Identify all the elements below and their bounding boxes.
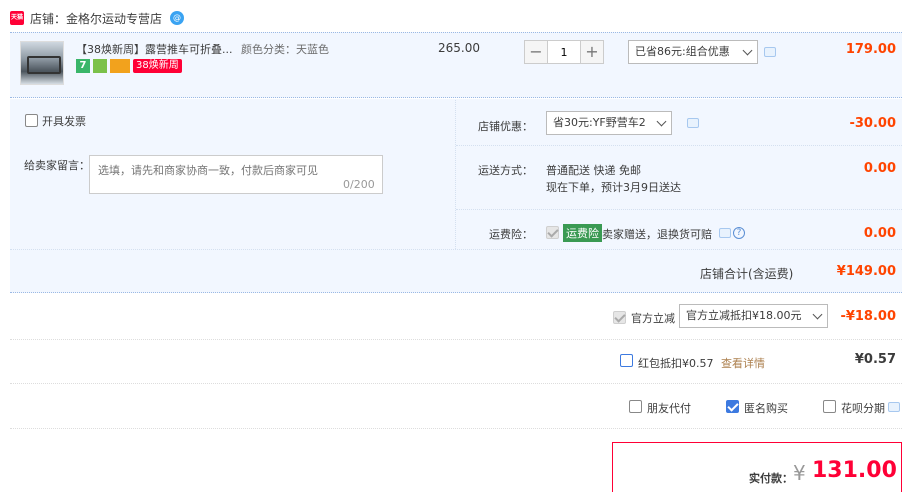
friend-pay-checkbox[interactable] bbox=[629, 400, 642, 413]
message-label: 给卖家留言： bbox=[24, 159, 90, 172]
product-title-link[interactable]: 【38焕新周】露营推车可折叠... bbox=[76, 41, 236, 57]
seven-day-return-icon: 7 bbox=[76, 59, 90, 73]
guarantee-icon bbox=[93, 59, 107, 73]
item-subtotal: 179.00 bbox=[845, 42, 896, 57]
quantity-minus-button[interactable]: − bbox=[524, 40, 548, 64]
help-icon[interactable]: ? bbox=[733, 227, 745, 239]
chevron-down-icon bbox=[742, 45, 753, 56]
shop-total-amount: ¥149.00 bbox=[836, 264, 896, 279]
insurance-desc: 卖家赠送，退换货可赔 bbox=[602, 228, 712, 241]
red-packet-details-link[interactable]: 查看详情 bbox=[721, 355, 765, 371]
divider bbox=[10, 428, 902, 429]
quantity-stepper: − + bbox=[524, 40, 604, 64]
pay-label: 实付款： bbox=[749, 472, 793, 485]
insurance-checkbox bbox=[546, 226, 559, 239]
shipping-eta: 现在下单，预计3月9日送达 bbox=[546, 181, 681, 194]
divider bbox=[456, 209, 902, 210]
invoice-checkbox[interactable] bbox=[25, 114, 38, 127]
message-icon[interactable] bbox=[719, 228, 731, 238]
chevron-down-icon bbox=[656, 116, 667, 127]
product-tags: 7 38焕新周 bbox=[76, 59, 182, 73]
tmall-icon: 天猫 bbox=[10, 11, 24, 25]
unit-price: 265.00 bbox=[438, 41, 480, 55]
message-icon[interactable] bbox=[764, 47, 776, 57]
red-packet-label: 红包抵扣¥0.57 bbox=[638, 357, 714, 370]
huabei-label: 花呗分期 bbox=[841, 402, 885, 415]
shop-header: 天猫 店铺：金格尔运动专营店 @ bbox=[10, 6, 185, 30]
official-discount-label: 官方立减 bbox=[631, 312, 675, 325]
shop-discount-select[interactable]: 省30元:YF野营车2 bbox=[546, 111, 672, 135]
official-discount-value: 官方立减抵扣¥18.00元 bbox=[686, 309, 802, 322]
red-packet-checkbox[interactable] bbox=[620, 354, 633, 367]
huabei-checkbox[interactable] bbox=[823, 400, 836, 413]
friend-pay-label: 朋友代付 bbox=[647, 402, 691, 415]
shipping-amount: 0.00 bbox=[863, 161, 896, 176]
shop-discount-value: 省30元:YF野营车2 bbox=[553, 116, 646, 129]
promo-tag: 38焕新周 bbox=[133, 59, 182, 73]
insurance-label: 运费险： bbox=[489, 228, 533, 241]
quantity-input[interactable] bbox=[548, 40, 580, 64]
message-icon[interactable] bbox=[687, 118, 699, 128]
shop-discount-label: 店铺优惠： bbox=[478, 120, 533, 133]
red-packet-amount: ¥0.57 bbox=[854, 352, 896, 367]
shop-discount-amount: -30.00 bbox=[849, 116, 896, 131]
pay-amount: 131.00 bbox=[812, 458, 897, 483]
insurance-amount: 0.00 bbox=[863, 226, 896, 241]
divider bbox=[456, 145, 902, 146]
seller-message-input[interactable] bbox=[89, 155, 383, 194]
divider bbox=[10, 339, 902, 340]
anonymous-label: 匿名购买 bbox=[744, 402, 788, 415]
wangwang-chat-icon[interactable]: @ bbox=[170, 11, 185, 25]
anonymous-checkbox[interactable] bbox=[726, 400, 739, 413]
product-sku: 颜色分类：天蓝色 bbox=[241, 43, 329, 56]
official-discount-amount: -¥18.00 bbox=[840, 309, 896, 324]
shop-name-link[interactable]: 店铺：金格尔运动专营店 bbox=[30, 10, 162, 27]
credit-card-icon bbox=[110, 59, 130, 73]
shop-total-label: 店铺合计(含运费) bbox=[700, 267, 794, 281]
order-item-row: 【38焕新周】露营推车可折叠... 颜色分类：天蓝色 7 38焕新周 265.0… bbox=[10, 32, 902, 98]
divider bbox=[10, 249, 902, 250]
insurance-badge: 运费险 bbox=[563, 224, 602, 242]
official-discount-checkbox bbox=[613, 311, 626, 324]
item-promo-value: 已省86元:组合优惠 bbox=[635, 45, 730, 58]
message-counter: 0/200 bbox=[343, 178, 375, 191]
quantity-plus-button[interactable]: + bbox=[580, 40, 604, 64]
product-thumbnail[interactable] bbox=[20, 41, 64, 85]
item-promo-select[interactable]: 已省86元:组合优惠 bbox=[628, 40, 758, 64]
invoice-label: 开具发票 bbox=[42, 115, 86, 128]
divider bbox=[10, 383, 902, 384]
shipping-method: 普通配送 快递 免邮 bbox=[546, 164, 641, 177]
shipping-label: 运送方式： bbox=[478, 164, 533, 177]
pay-currency: ¥ bbox=[793, 461, 806, 485]
message-icon[interactable] bbox=[888, 402, 900, 412]
